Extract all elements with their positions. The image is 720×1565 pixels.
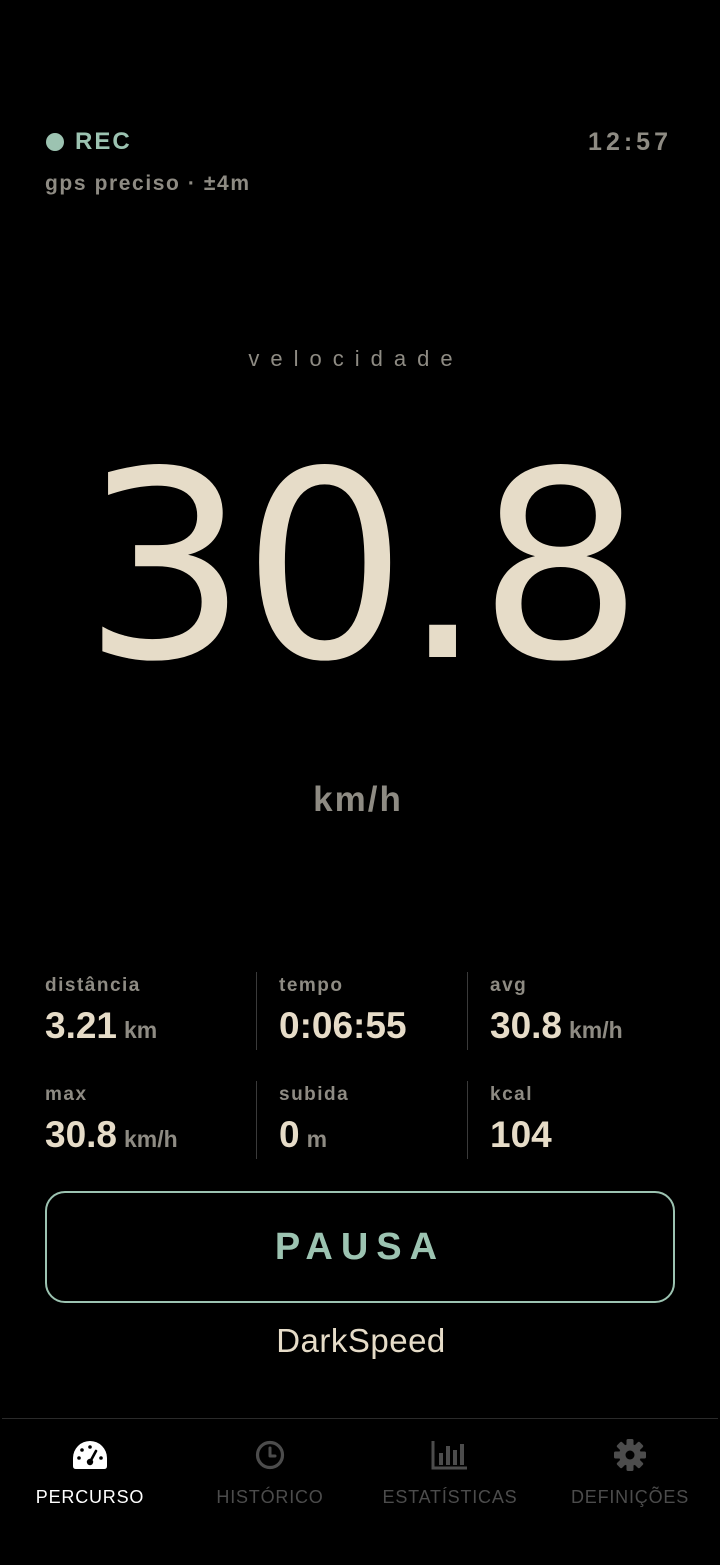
stat-divider bbox=[256, 972, 257, 1050]
nav-item-historico[interactable]: HISTÓRICO bbox=[180, 1419, 360, 1565]
stat-value: 104 bbox=[490, 1114, 552, 1155]
recording-dot-icon bbox=[46, 133, 64, 151]
nav-label: HISTÓRICO bbox=[216, 1487, 324, 1507]
gps-accuracy: gps preciso · ±4m bbox=[45, 172, 251, 195]
stat-unit: m bbox=[306, 1126, 328, 1152]
stat-divider bbox=[256, 1081, 257, 1159]
stat-divider bbox=[467, 972, 468, 1050]
nav-label: PERCURSO bbox=[35, 1487, 145, 1507]
gear-icon bbox=[610, 1437, 650, 1473]
stat-divider bbox=[467, 1081, 468, 1159]
stat-climb: subida 0 m bbox=[279, 1084, 479, 1156]
stat-label: avg bbox=[490, 975, 528, 996]
stat-label: kcal bbox=[490, 1084, 533, 1105]
speed-unit: km/h bbox=[313, 780, 403, 819]
recording-indicator: REC bbox=[46, 128, 132, 156]
recording-label: REC bbox=[75, 128, 132, 155]
bottom-nav: PERCURSO HISTÓRICO ESTATÍSTICAS DEFINIÇÕ… bbox=[0, 1419, 720, 1565]
stat-unit: km/h bbox=[569, 1017, 623, 1043]
stat-label: max bbox=[45, 1084, 88, 1105]
stat-value: 0 bbox=[279, 1114, 300, 1155]
stat-distance: distância 3.21 km bbox=[45, 975, 245, 1047]
pause-button-label: PAUSA bbox=[274, 1225, 446, 1268]
nav-label: DEFINIÇÕES bbox=[570, 1487, 689, 1507]
speed-label: velocidade bbox=[248, 346, 464, 371]
clock-icon bbox=[250, 1437, 290, 1473]
stat-value: 0:06:55 bbox=[279, 1005, 407, 1046]
bar-chart-icon bbox=[430, 1437, 470, 1473]
clock: 12:57 bbox=[588, 128, 672, 156]
stat-label: distância bbox=[45, 975, 141, 996]
app-brand: DarkSpeed bbox=[276, 1322, 446, 1359]
nav-label: ESTATÍSTICAS bbox=[382, 1487, 518, 1507]
stat-label: subida bbox=[279, 1084, 350, 1105]
stat-time: tempo 0:06:55 bbox=[279, 975, 479, 1047]
stat-value: 3.21 bbox=[45, 1005, 118, 1046]
stat-value: 30.8 bbox=[45, 1114, 118, 1155]
stat-avg: avg 30.8 km/h bbox=[490, 975, 690, 1047]
stat-unit: km bbox=[124, 1017, 158, 1043]
nav-item-estatisticas[interactable]: ESTATÍSTICAS bbox=[360, 1419, 540, 1565]
stat-kcal: kcal 104 bbox=[490, 1084, 690, 1156]
stat-unit: km/h bbox=[124, 1126, 178, 1152]
stat-label: tempo bbox=[279, 975, 344, 996]
nav-item-definicoes[interactable]: DEFINIÇÕES bbox=[540, 1419, 720, 1565]
nav-item-percurso[interactable]: PERCURSO bbox=[0, 1419, 180, 1565]
speed-value: 30.8 bbox=[82, 417, 644, 719]
stat-max: max 30.8 km/h bbox=[45, 1084, 245, 1156]
pause-button[interactable]: PAUSA bbox=[45, 1191, 675, 1303]
stat-value: 30.8 bbox=[490, 1005, 563, 1046]
speedometer-icon bbox=[70, 1437, 110, 1473]
